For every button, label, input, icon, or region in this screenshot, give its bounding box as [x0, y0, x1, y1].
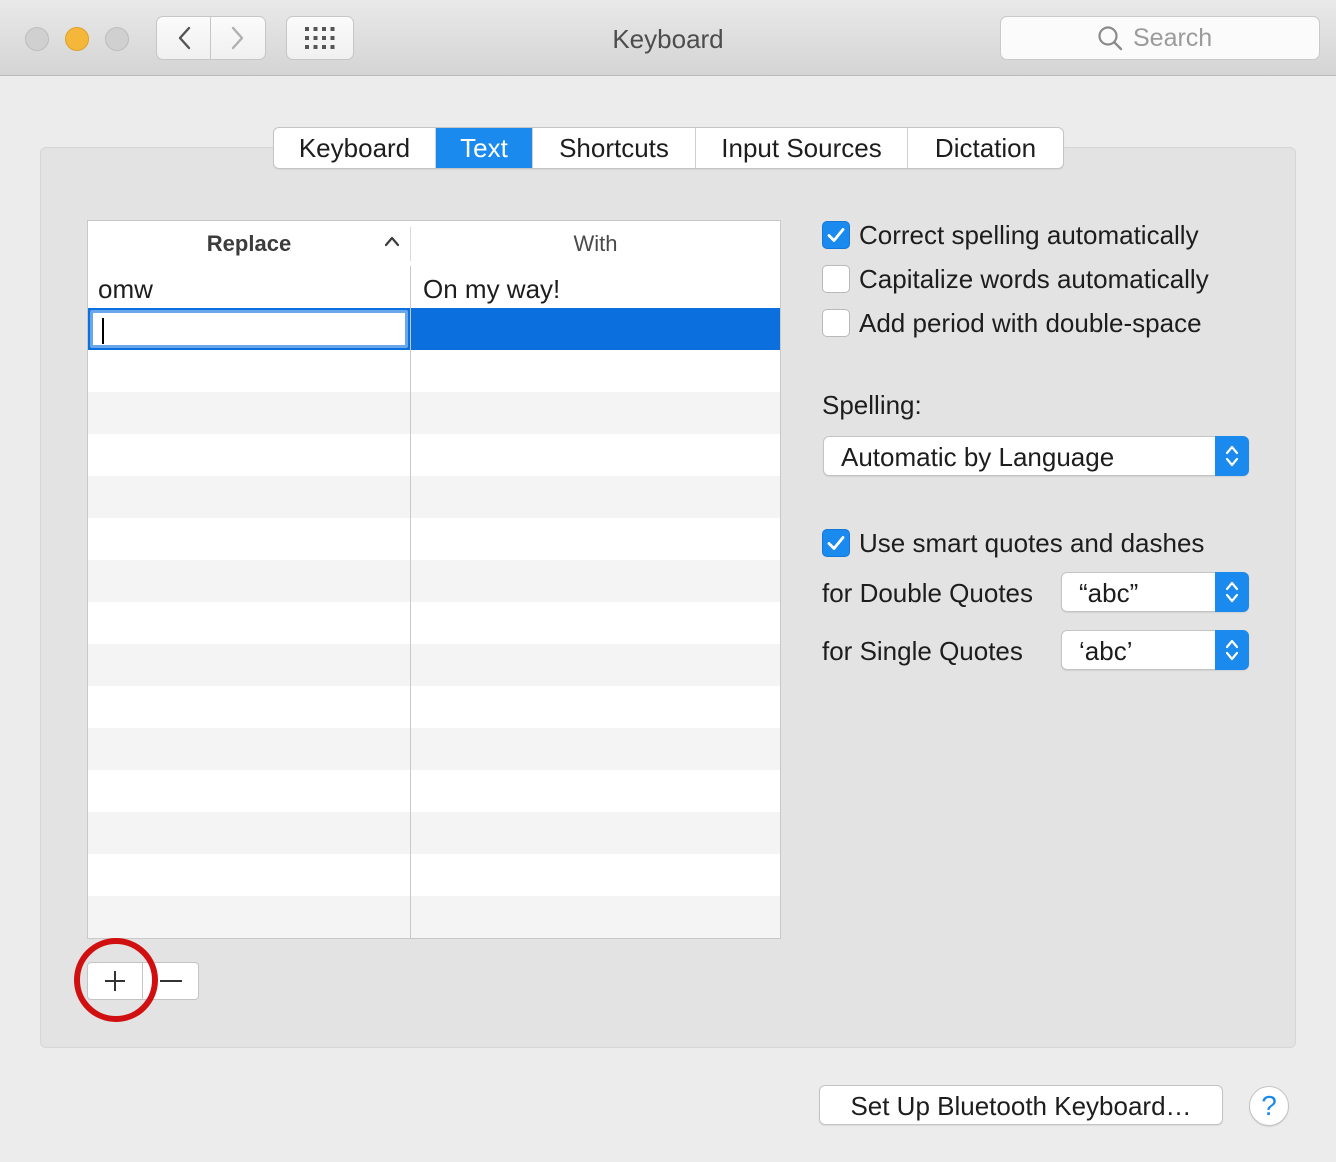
table-row-empty[interactable]	[88, 350, 780, 392]
with-cell[interactable]: On my way!	[423, 266, 773, 308]
single-quotes-stepper[interactable]	[1215, 630, 1249, 670]
table-row[interactable]: omw On my way!	[88, 266, 780, 308]
setup-bluetooth-keyboard-button[interactable]: Set Up Bluetooth Keyboard…	[819, 1085, 1223, 1125]
double-quotes-label: for Double Quotes	[822, 578, 1034, 608]
updown-chevron-icon	[1225, 581, 1239, 603]
minus-icon	[159, 980, 182, 982]
replace-edit-field[interactable]	[90, 310, 408, 348]
spelling-popup[interactable]: Automatic by Language	[823, 436, 1249, 476]
table-row-empty[interactable]	[88, 434, 780, 476]
tab-shortcuts[interactable]: Shortcuts	[533, 128, 696, 168]
table-header: Replace With	[88, 221, 780, 267]
table-row-empty[interactable]	[88, 602, 780, 644]
correct-spelling-checkbox[interactable]	[822, 221, 850, 249]
search-field[interactable]	[1000, 16, 1320, 60]
smart-quotes-checkbox[interactable]	[822, 529, 850, 557]
text-replacement-table: Replace With omw On my way!	[87, 220, 781, 939]
table-rows: omw On my way!	[88, 266, 780, 938]
updown-chevron-icon	[1225, 445, 1239, 467]
plus-icon	[105, 971, 125, 991]
add-period-checkbox[interactable]	[822, 309, 850, 337]
spelling-popup-value: Automatic by Language	[841, 442, 1115, 472]
add-period-option[interactable]: Add period with double-space	[822, 308, 1202, 338]
correct-spelling-option[interactable]: Correct spelling automatically	[822, 220, 1199, 250]
search-icon	[1098, 26, 1123, 51]
double-quotes-stepper[interactable]	[1215, 572, 1249, 612]
single-quotes-value: ‘abc’	[1079, 636, 1133, 666]
table-row-empty[interactable]	[88, 560, 780, 602]
capitalize-words-checkbox[interactable]	[822, 265, 850, 293]
tab-keyboard[interactable]: Keyboard	[274, 128, 436, 168]
smart-quotes-label: Use smart quotes and dashes	[859, 527, 1205, 558]
spelling-label: Spelling:	[822, 390, 922, 420]
sort-ascending-icon	[384, 236, 400, 247]
replace-cell[interactable]: omw	[98, 266, 400, 308]
capitalize-words-option[interactable]: Capitalize words automatically	[822, 264, 1209, 294]
tab-text[interactable]: Text	[436, 128, 533, 168]
text-caret	[102, 318, 104, 344]
add-period-label: Add period with double-space	[859, 307, 1202, 338]
table-row-empty[interactable]	[88, 392, 780, 434]
double-quotes-value: “abc”	[1079, 578, 1139, 608]
table-row-empty[interactable]	[88, 770, 780, 812]
updown-chevron-icon	[1225, 639, 1239, 661]
keyboard-preferences-window: Keyboard Keyboard Text Shortcuts Input S…	[0, 0, 1336, 1162]
tab-dictation[interactable]: Dictation	[908, 128, 1063, 168]
column-divider	[410, 266, 411, 938]
checkmark-icon	[827, 536, 845, 550]
correct-spelling-label: Correct spelling automatically	[859, 219, 1199, 250]
column-header-with[interactable]: With	[411, 221, 780, 266]
tab-bar: Keyboard Text Shortcuts Input Sources Di…	[273, 127, 1064, 169]
table-row-empty[interactable]	[88, 518, 780, 560]
tab-input-sources[interactable]: Input Sources	[696, 128, 908, 168]
capitalize-words-label: Capitalize words automatically	[859, 263, 1209, 294]
double-quotes-popup[interactable]: “abc”	[1061, 572, 1249, 612]
table-row-empty[interactable]	[88, 686, 780, 728]
table-row-empty[interactable]	[88, 812, 780, 854]
checkmark-icon	[827, 228, 845, 242]
single-quotes-popup[interactable]: ‘abc’	[1061, 630, 1249, 670]
add-replacement-button[interactable]	[87, 962, 143, 1000]
table-row-selected[interactable]	[88, 308, 780, 350]
table-row-empty[interactable]	[88, 854, 780, 896]
table-row-empty[interactable]	[88, 896, 780, 938]
table-row-empty[interactable]	[88, 644, 780, 686]
spelling-popup-stepper[interactable]	[1215, 436, 1249, 476]
remove-replacement-button[interactable]	[143, 962, 199, 1000]
title-bar: Keyboard	[0, 0, 1336, 76]
search-input[interactable]	[1133, 23, 1223, 53]
table-row-empty[interactable]	[88, 728, 780, 770]
column-header-replace[interactable]: Replace	[88, 221, 410, 266]
single-quotes-label: for Single Quotes	[822, 636, 1023, 666]
table-row-empty[interactable]	[88, 476, 780, 518]
help-button[interactable]: ?	[1249, 1086, 1289, 1126]
smart-quotes-option[interactable]: Use smart quotes and dashes	[822, 528, 1204, 558]
